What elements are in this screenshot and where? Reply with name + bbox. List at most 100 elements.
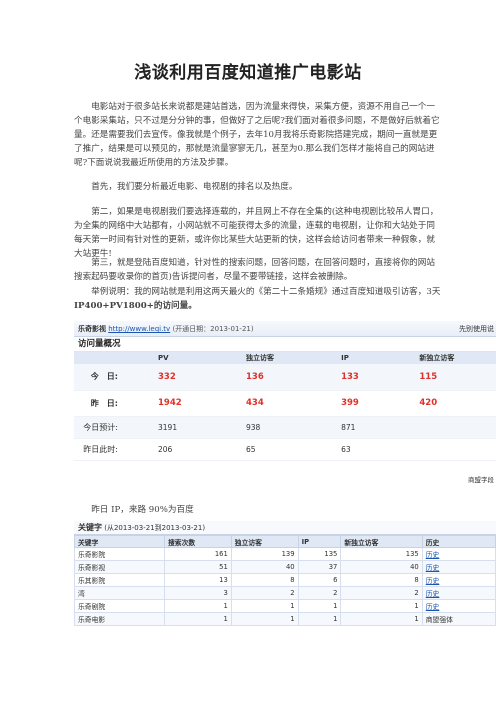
column-header: 历史 (421, 535, 496, 548)
site-open-date: (开通日期：2013-01-21) (172, 325, 254, 333)
keyword-title: 关键字 (78, 523, 102, 532)
stats-row-forecast: 今日预计: 3191 938 871 (74, 416, 496, 439)
stat-cell (389, 438, 496, 461)
table-row: 乐奇影院 161 139 135 135 历史 (74, 547, 496, 561)
num-cell: 1 (297, 612, 342, 626)
column-header: 新独立访客 (389, 352, 496, 364)
num-cell: 2 (340, 586, 423, 600)
column-header: IP (297, 535, 342, 548)
text-line: 每天第一时间有针对性的更新，或许你比某些大站更新的快，这样会给访问者带来一种假象… (74, 235, 435, 245)
history-link[interactable]: 历史 (421, 573, 496, 587)
column-header: PV (128, 352, 216, 364)
text-line: 呢?下面说说我最近所使用的方法及步骤。 (74, 158, 234, 168)
stats-row-yesterday-now: 昨日此时: 206 65 63 (74, 438, 496, 461)
history-link[interactable]: 历史 (421, 599, 496, 613)
text-line: 个电影采集站，只不过是分分钟的事，但做好了之后呢?我们面对着很多问题，不是做好后… (74, 116, 440, 126)
num-cell: 2 (297, 586, 342, 600)
text-line: 第二，如果是电视剧我们要选择连载的，并且网上不存在全集的(这种电视剧比较吊人胃口… (74, 207, 439, 217)
text-line: 第三，就是登陆百度知道，针对性的搜索问题，回答问题，在回答问题时，直接将你的网站 (74, 258, 435, 268)
num-cell: 135 (340, 547, 423, 561)
paragraph-step-3: 第三，就是登陆百度知道，针对性的搜索问题，回答问题，在回答问题时，直接将你的网站… (74, 256, 496, 284)
num-cell: 6 (297, 573, 342, 587)
stat-cell: 206 (128, 438, 216, 461)
stats-section-title: 访问量概况 (74, 337, 496, 352)
num-cell: 1 (297, 599, 342, 613)
row-label: 今日预计: (74, 416, 128, 439)
num-cell: 8 (230, 573, 299, 587)
column-header: 新独立访客 (340, 535, 423, 548)
stats-header-row: PV 独立访客 IP 新独立访客 (74, 352, 496, 364)
table-row: 乐其影院 13 8 6 8 历史 (74, 573, 496, 587)
num-cell: 139 (230, 547, 299, 561)
keyword-date-range: (从2013-03-21到2013-03-21) (104, 524, 206, 532)
num-cell: 1 (164, 599, 232, 613)
row-label: 昨日此时: (74, 438, 128, 461)
keyword-cell: 乐奇影视 (74, 560, 165, 574)
keyword-cell: 乐奇影院 (74, 547, 165, 561)
site-url-link[interactable]: http://www.leqi.tv (108, 325, 170, 333)
paragraph-intro: 电影站对于很多站长来说都是建站首选，因为流量来得快，采集方便，资源不用自己一个一… (74, 100, 496, 170)
stat-cell: 3191 (128, 416, 216, 439)
traffic-stats-panel: 乐奇影视 http://www.leqi.tv (开通日期：2013-01-21… (74, 321, 496, 486)
column-header: 关键字 (74, 535, 165, 548)
num-cell: 1 (230, 612, 299, 626)
keyword-header-row: 关键字 搜索次数 独立访客 IP 新独立访客 历史 (74, 535, 496, 548)
text-line: 举例说明：我的网站就是利用这两天最火的《第二十二条婚规》通过百度知道吸引访客，3… (74, 287, 441, 297)
stat-cell: 399 (311, 390, 390, 417)
text-line: 量。还是需要我们去宣传。像我就是个例子，去年10月我将乐奇影院搭建完成，期间一直… (74, 130, 438, 140)
num-cell: 40 (230, 560, 299, 574)
stat-cell: 65 (216, 438, 312, 461)
footer-tag: 商盟强体 (421, 612, 496, 626)
history-link[interactable]: 历史 (421, 547, 496, 561)
num-cell: 2 (230, 586, 299, 600)
paragraph-step-1: 首先，我们要分析最近电影、电视剧的排名以及热度。 (74, 180, 496, 194)
column-header: 搜索次数 (164, 535, 232, 548)
column-header (74, 352, 128, 364)
stat-cell: 332 (128, 364, 216, 391)
stat-cell: 420 (389, 390, 496, 417)
history-link[interactable]: 历史 (421, 560, 496, 574)
stat-cell: 871 (311, 416, 390, 439)
column-header: 独立访客 (230, 535, 299, 548)
stat-cell: 434 (216, 390, 312, 417)
text-line: 电影站对于很多站长来说都是建站首选，因为流量来得快，采集方便，资源不用自己一个一 (74, 102, 435, 112)
stats-header: 乐奇影视 http://www.leqi.tv (开通日期：2013-01-21… (74, 321, 496, 337)
num-cell: 8 (340, 573, 423, 587)
num-cell: 135 (297, 547, 342, 561)
table-row: 乐奇剧院 1 1 1 1 历史 (74, 599, 496, 613)
table-row: 乐奇电影 1 1 1 1 商盟强体 (74, 612, 496, 626)
stats-table: PV 独立访客 IP 新独立访客 今 日: 332 136 133 115 昨 … (74, 352, 496, 461)
table-row: 乐奇影视 51 40 37 40 历史 (74, 560, 496, 574)
text-line: 首先，我们要分析最近电影、电视剧的排名以及热度。 (74, 182, 298, 192)
num-cell: 13 (164, 573, 232, 587)
keyword-header: 关键字 (从2013-03-21到2013-03-21) (74, 521, 496, 535)
stat-cell: 133 (311, 364, 390, 391)
num-cell: 40 (340, 560, 423, 574)
paragraph-step-2: 第二，如果是电视剧我们要选择连载的，并且网上不存在全集的(这种电视剧比较吊人胃口… (74, 205, 496, 261)
stat-cell: 136 (216, 364, 312, 391)
help-link[interactable]: 先别使用说 (459, 321, 494, 337)
text-line: IP400+PV1800+的访问量。 (74, 301, 197, 311)
num-cell: 1 (340, 612, 423, 626)
text-line: 为全集的网络中大站都有，小网站就不可能获得太多的流量，连载的电视剧，让你和大站处… (74, 221, 435, 231)
num-cell: 161 (164, 547, 232, 561)
num-cell: 1 (340, 599, 423, 613)
column-header: 独立访客 (216, 352, 312, 364)
column-header: IP (311, 352, 390, 364)
row-label: 昨 日: (74, 390, 128, 417)
row-label: 今 日: (74, 364, 128, 391)
stats-row-today: 今 日: 332 136 133 115 (74, 364, 496, 391)
text-line: 搜索起码要收录你的首页)告诉提问者，尽量不要带链接，这样会被删除。 (74, 272, 353, 282)
num-cell: 1 (230, 599, 299, 613)
keyword-panel: 关键字 (从2013-03-21到2013-03-21) 关键字 搜索次数 独立… (74, 521, 496, 702)
stat-cell: 938 (216, 416, 312, 439)
table-row: 湾 3 2 2 2 历史 (74, 586, 496, 600)
keyword-cell: 乐奇电影 (74, 612, 165, 626)
stats-row-yesterday: 昨 日: 1942 434 399 420 (74, 390, 496, 417)
num-cell: 37 (297, 560, 342, 574)
stat-cell (389, 416, 496, 439)
history-link[interactable]: 历史 (421, 586, 496, 600)
text-line: 了推广，结果是可以预见的，那就是流量寥寥无几，甚至为0.那么我们怎样才能将自己的… (74, 144, 435, 154)
keyword-cell: 乐奇剧院 (74, 599, 165, 613)
keyword-table: 关键字 搜索次数 独立访客 IP 新独立访客 历史 乐奇影院 161 139 1… (74, 535, 496, 626)
